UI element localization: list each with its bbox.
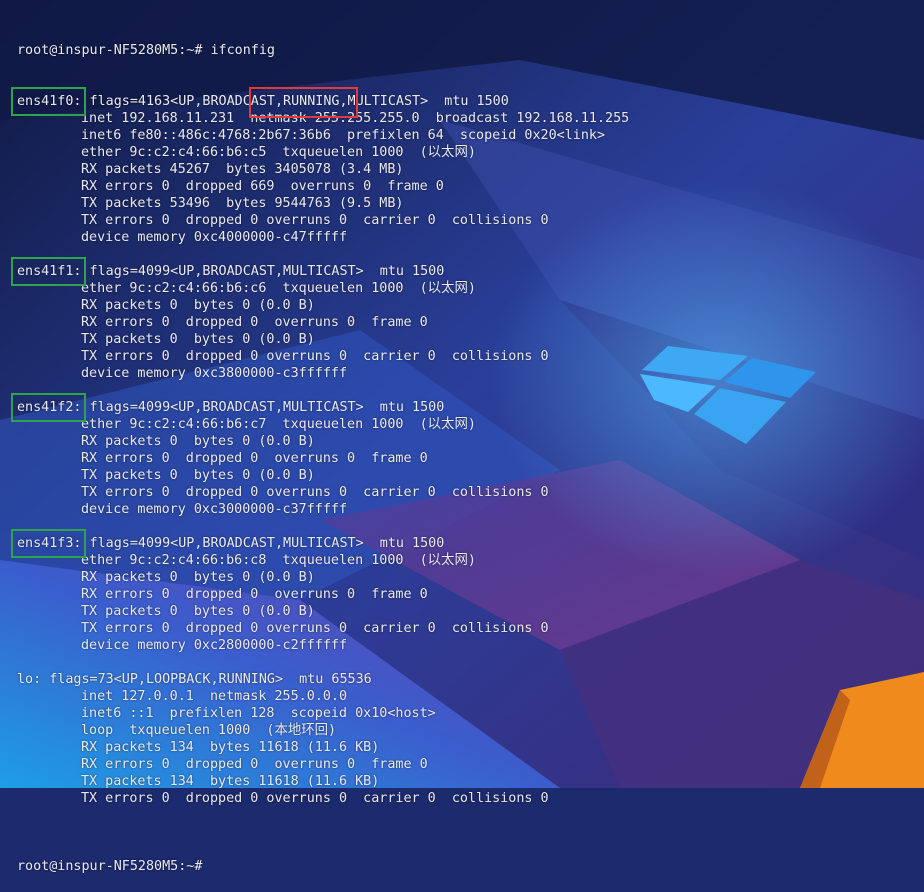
interface-name: ens41f2: [17,400,82,415]
interface-detail-line: RX packets 0 bytes 0 (0.0 B) [81,570,315,585]
interface-header: ens41f0: flags=4163<UP,BROADCAST,RUNNING… [17,93,924,110]
interface-detail-line: TX packets 0 bytes 0 (0.0 B) [81,604,315,619]
interface-name: ens41f0: [17,94,82,109]
interface-detail-line: TX packets 0 bytes 0 (0.0 B) [81,468,315,483]
interface-header: ens41f1: flags=4099<UP,BROADCAST,MULTICA… [17,263,924,280]
shell-prompt-cursor[interactable]: root@inspur-NF5280M5:~# [17,858,924,875]
interface-detail-line: TX errors 0 dropped 0 overruns 0 carrier… [81,213,549,228]
interface-detail-line: inet6 fe80::486c:4768:2b67:36b6 prefixle… [81,128,606,143]
interface-detail-line: RX errors 0 dropped 0 overruns 0 frame 0 [81,315,428,330]
interface-detail-line: TX errors 0 dropped 0 overruns 0 carrier… [81,485,549,500]
interface-detail-line: TX errors 0 dropped 0 overruns 0 carrier… [81,791,549,806]
interface-detail-line: TX errors 0 dropped 0 overruns 0 carrier… [81,621,549,636]
interface-detail-line: ether 9c:c2:c4:66:b6:c5 txqueuelen 1000 … [81,145,476,160]
interface-detail-line: RX errors 0 dropped 0 overruns 0 frame 0 [81,451,428,466]
interface-detail-line: RX errors 0 dropped 0 overruns 0 frame 0 [81,587,428,602]
interface-detail-line: inet 127.0.0.1 netmask 255.0.0.0 [81,689,348,704]
interface-detail-line: TX packets 134 bytes 11618 (11.6 KB) [81,774,380,789]
interface-list: ens41f0: flags=4163<UP,BROADCAST,RUNNING… [17,93,924,824]
interface-name: lo: [17,672,42,687]
interface-detail-line: RX packets 0 bytes 0 (0.0 B) [81,434,315,449]
terminal-output: root@inspur-NF5280M5:~# ifconfig ens41f0… [0,0,924,874]
interface-flags: flags=4099<UP,BROADCAST,MULTICAST> mtu 1… [81,536,445,551]
interface-detail-line: RX errors 0 dropped 669 overruns 0 frame… [81,179,444,194]
interface-detail-line: TX errors 0 dropped 0 overruns 0 carrier… [81,349,549,364]
interface-flags: flags=4099<UP,BROADCAST,MULTICAST> mtu 1… [81,264,445,279]
interface-header: ens41f2: flags=4099<UP,BROADCAST,MULTICA… [17,399,924,416]
interface-name: ens41f1: [17,264,82,279]
interface-detail-line: device memory 0xc4000000-c47fffff [81,230,348,245]
interface-detail-line: device memory 0xc2800000-c2ffffff [81,638,348,653]
interface-detail-line: RX packets 0 bytes 0 (0.0 B) [81,298,315,313]
interface-detail-line: RX packets 45267 bytes 3405078 (3.4 MB) [81,162,404,177]
interface-detail-line: ether 9c:c2:c4:66:b6:c6 txqueuelen 1000 … [81,281,476,296]
interface-detail-line: loop txqueuelen 1000 (本地环回) [81,723,337,738]
interface-detail-line: device memory 0xc3000000-c37fffff [81,502,348,517]
interface-header: ens41f3: flags=4099<UP,BROADCAST,MULTICA… [17,535,924,552]
interface-flags: flags=4099<UP,BROADCAST,MULTICAST> mtu 1… [81,400,445,415]
interface-flags: flags=4163<UP,BROADCAST,RUNNING,MULTICAS… [81,94,509,109]
interface-detail-line: ether 9c:c2:c4:66:b6:c8 txqueuelen 1000 … [81,553,476,568]
interface-detail-line: device memory 0xc3800000-c3ffffff [81,366,348,381]
interface-detail-line: RX packets 134 bytes 11618 (11.6 KB) [81,740,380,755]
interface-flags: flags=73<UP,LOOPBACK,RUNNING> mtu 65536 [41,672,372,687]
interface-detail-line: ether 9c:c2:c4:66:b6:c7 txqueuelen 1000 … [81,417,476,432]
interface-detail-line: TX packets 0 bytes 0 (0.0 B) [81,332,315,347]
interface-detail-line: RX errors 0 dropped 0 overruns 0 frame 0 [81,757,428,772]
interface-header: lo: flags=73<UP,LOOPBACK,RUNNING> mtu 65… [17,671,924,688]
interface-detail-line: TX packets 53496 bytes 9544763 (9.5 MB) [81,196,404,211]
shell-prompt-command: root@inspur-NF5280M5:~# ifconfig [17,43,275,58]
interface-detail-line: inet 192.168.11.231 netmask 255.255.255.… [81,111,630,126]
interface-name: ens41f3: [17,536,82,551]
interface-detail-line: inet6 ::1 prefixlen 128 scopeid 0x10<hos… [81,706,436,721]
